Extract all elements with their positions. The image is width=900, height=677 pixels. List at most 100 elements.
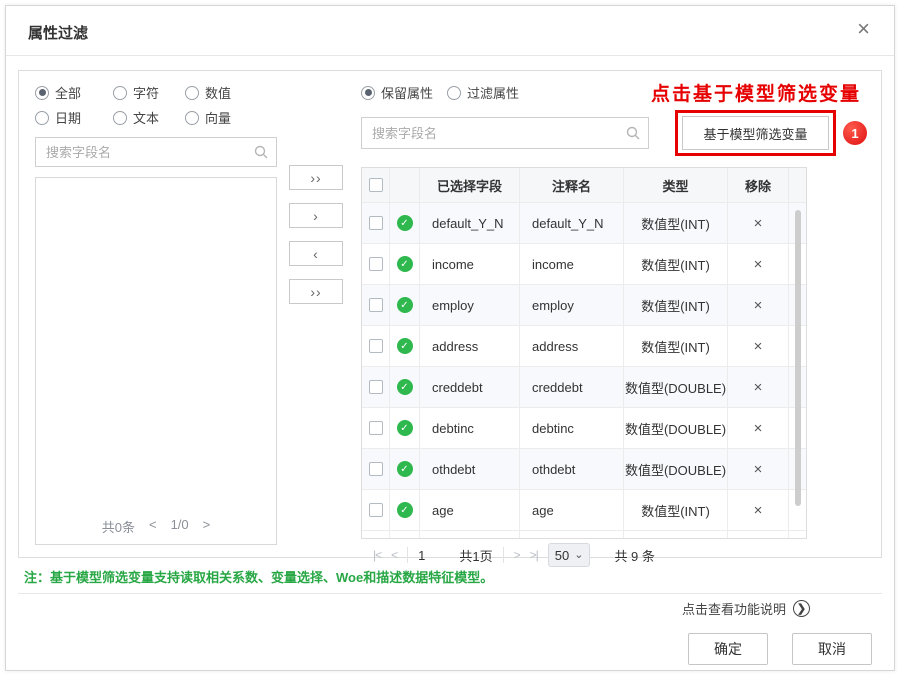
- row-checkbox[interactable]: [369, 421, 383, 435]
- transfer-button[interactable]: ‹: [289, 241, 343, 266]
- remove-row-icon[interactable]: ×: [754, 379, 763, 396]
- selected-check-icon: ✓: [397, 215, 413, 231]
- left-search-box: [35, 137, 277, 167]
- field-name-cell: creddebt: [420, 367, 520, 407]
- total-pages-label: 共1页: [459, 546, 492, 565]
- close-icon[interactable]: ×: [857, 18, 870, 40]
- table-header-row: 已选择字段 注释名 类型 移除: [362, 168, 806, 202]
- left-pagination: 共0条 < 1/0 >: [36, 517, 276, 536]
- left-next-page-button[interactable]: >: [203, 517, 211, 536]
- selected-check-icon: ✓: [397, 379, 413, 395]
- field-name-cell: debtinc: [420, 408, 520, 448]
- field-name-cell: default_Y_N: [420, 203, 520, 243]
- prev-page-button[interactable]: <: [391, 548, 397, 562]
- total-count-label: 共 9 条: [614, 546, 654, 565]
- left-prev-page-button[interactable]: <: [149, 517, 157, 536]
- search-icon: [254, 145, 268, 159]
- remove-row-icon[interactable]: ×: [754, 338, 763, 355]
- type-cell: 数值型(INT): [624, 285, 728, 325]
- row-checkbox[interactable]: [369, 298, 383, 312]
- status-header-cell: [390, 168, 420, 202]
- first-page-button[interactable]: |<: [373, 548, 381, 562]
- table-row: ✓ income income 数值型(INT) ×: [362, 243, 806, 284]
- field-name-cell: address: [420, 326, 520, 366]
- right-controls-row: 基于模型筛选变量 1: [361, 110, 865, 156]
- dialog-title: 属性过滤: [28, 22, 88, 43]
- radio-label: 过滤属性: [467, 83, 519, 102]
- last-page-button[interactable]: >|: [530, 548, 538, 562]
- field-type-radio[interactable]: 字符: [113, 83, 185, 102]
- remove-cell: ×: [728, 203, 789, 243]
- field-name-cell: othdebt: [420, 449, 520, 489]
- row-status-cell: ✓: [390, 367, 420, 407]
- search-icon: [626, 126, 640, 140]
- field-type-radio[interactable]: 全部: [35, 83, 113, 102]
- field-type-radio[interactable]: 文本: [113, 108, 185, 127]
- row-checkbox-cell: [362, 490, 390, 530]
- remove-cell: ×: [728, 326, 789, 366]
- table-row: ✓ employ employ 数值型(INT) ×: [362, 284, 806, 325]
- field-type-radio[interactable]: 日期: [35, 108, 113, 127]
- remove-row-icon[interactable]: ×: [754, 297, 763, 314]
- help-arrow-icon: ❯: [793, 600, 810, 617]
- radio-label: 全部: [55, 83, 81, 102]
- transfer-button[interactable]: ›: [289, 203, 343, 228]
- field-type-radio[interactable]: 向量: [185, 108, 257, 127]
- remove-row-icon[interactable]: ×: [754, 215, 763, 232]
- dialog-header: 属性过滤 ×: [6, 6, 894, 56]
- page-size-select[interactable]: 50 ⌄: [548, 543, 591, 567]
- table-pagination: |< < 1 共1页 > >| 50 ⌄ 共 9 条: [361, 543, 807, 567]
- scroll-gutter: [789, 168, 806, 202]
- selected-fields-panel: 保留属性 过滤属性 点击基于模型筛选变量: [361, 83, 865, 545]
- row-checkbox-cell: [362, 203, 390, 243]
- row-status-cell: ✓: [390, 408, 420, 448]
- radio-icon: [113, 86, 127, 100]
- filter-by-model-button[interactable]: 基于模型筛选变量: [682, 116, 829, 150]
- table-scrollbar[interactable]: [795, 210, 801, 506]
- transfer-buttons: ›› › ‹ ››: [277, 83, 355, 545]
- help-label: 点击查看功能说明: [682, 599, 786, 618]
- remove-cell: ×: [728, 244, 789, 284]
- ok-button[interactable]: 确定: [688, 633, 768, 665]
- help-link[interactable]: 点击查看功能说明 ❯: [18, 599, 882, 618]
- comment-cell: income: [520, 244, 624, 284]
- row-checkbox-cell: [362, 408, 390, 448]
- remove-cell: ×: [728, 285, 789, 325]
- remove-row-icon[interactable]: ×: [754, 502, 763, 519]
- transfer-button[interactable]: ››: [289, 165, 343, 190]
- right-search-input[interactable]: [372, 126, 626, 141]
- left-page-indicator: 1/0: [171, 517, 189, 536]
- row-checkbox[interactable]: [369, 257, 383, 271]
- radio-label: 向量: [205, 108, 231, 127]
- row-checkbox[interactable]: [369, 339, 383, 353]
- left-search-input[interactable]: [46, 145, 254, 160]
- row-checkbox[interactable]: [369, 462, 383, 476]
- row-checkbox[interactable]: [369, 380, 383, 394]
- table-row: ✓ othdebt othdebt 数值型(DOUBLE) ×: [362, 448, 806, 489]
- transfer-button[interactable]: ››: [289, 279, 343, 304]
- row-checkbox-cell: [362, 326, 390, 366]
- select-all-checkbox[interactable]: [369, 178, 383, 192]
- red-highlight-box: 基于模型筛选变量 1: [675, 110, 836, 156]
- type-cell: 数值型(INT): [624, 490, 728, 530]
- radio-label: 日期: [55, 108, 81, 127]
- type-cell: 数值型(DOUBLE): [624, 408, 728, 448]
- remove-row-icon[interactable]: ×: [754, 461, 763, 478]
- selected-check-icon: ✓: [397, 256, 413, 272]
- available-fields-list[interactable]: 共0条 < 1/0 >: [35, 177, 277, 545]
- cancel-button[interactable]: 取消: [792, 633, 872, 665]
- row-checkbox[interactable]: [369, 503, 383, 517]
- next-page-button[interactable]: >: [514, 548, 520, 562]
- table-row: ✓ address address 数值型(INT) ×: [362, 325, 806, 366]
- comment-header: 注释名: [520, 168, 624, 202]
- remove-row-icon[interactable]: ×: [754, 256, 763, 273]
- keep-filter-radio[interactable]: 保留属性: [361, 83, 433, 102]
- type-cell: 数值型(INT): [624, 244, 728, 284]
- field-type-radio[interactable]: 数值: [185, 83, 257, 102]
- radio-icon: [361, 86, 375, 100]
- keep-filter-radio[interactable]: 过滤属性: [447, 83, 519, 102]
- attribute-filter-dialog: 属性过滤 × 全部 字符: [5, 5, 895, 671]
- remove-row-icon[interactable]: ×: [754, 420, 763, 437]
- row-checkbox[interactable]: [369, 216, 383, 230]
- table-row: ✓ creddebt creddebt 数值型(DOUBLE) ×: [362, 366, 806, 407]
